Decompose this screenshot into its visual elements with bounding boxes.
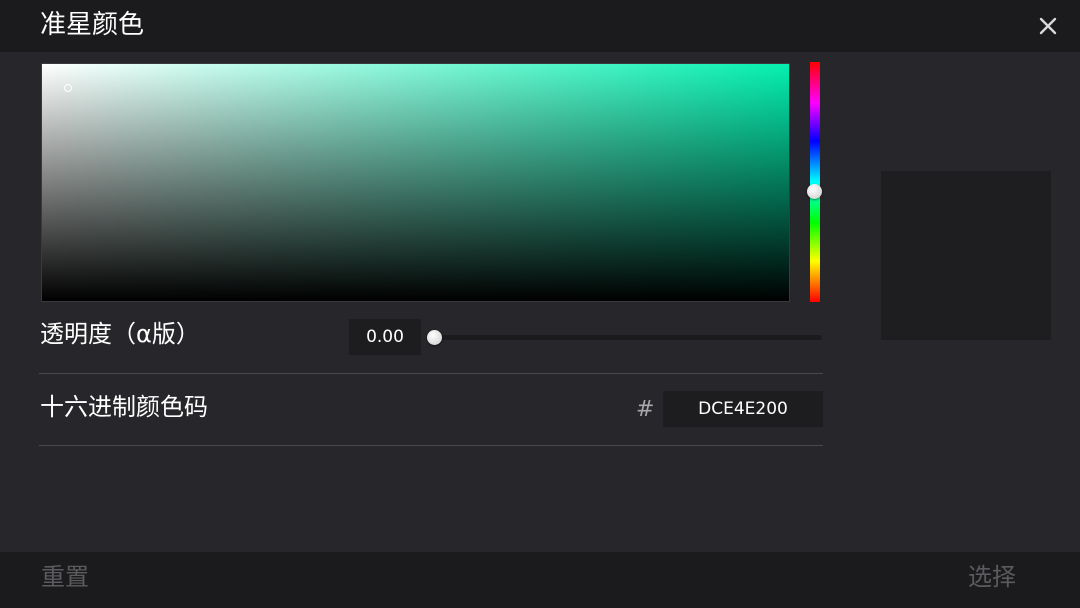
hex-value-input[interactable]: DCE4E200 (663, 391, 823, 427)
alpha-label: 透明度（α版） (40, 320, 200, 348)
color-preview (881, 171, 1051, 340)
hex-label: 十六进制颜色码 (40, 393, 208, 421)
reset-button[interactable]: 重置 (41, 560, 89, 594)
alpha-slider-thumb[interactable] (427, 330, 442, 345)
divider (39, 373, 823, 374)
select-button[interactable]: 选择 (968, 560, 1016, 594)
divider (39, 445, 823, 446)
alpha-value-input[interactable]: 0.00 (349, 319, 421, 355)
hex-prefix: # (636, 397, 655, 422)
close-button[interactable] (1030, 8, 1066, 44)
dialog-title: 准星颜色 (40, 10, 145, 40)
close-icon (1039, 17, 1057, 35)
hue-slider-thumb[interactable] (807, 184, 822, 199)
saturation-value-cursor[interactable] (64, 84, 72, 92)
title-bar (0, 0, 1080, 52)
saturation-value-area[interactable] (41, 63, 790, 302)
hue-slider[interactable] (810, 62, 820, 302)
footer-bar (0, 552, 1080, 608)
alpha-slider-track[interactable] (433, 335, 822, 340)
